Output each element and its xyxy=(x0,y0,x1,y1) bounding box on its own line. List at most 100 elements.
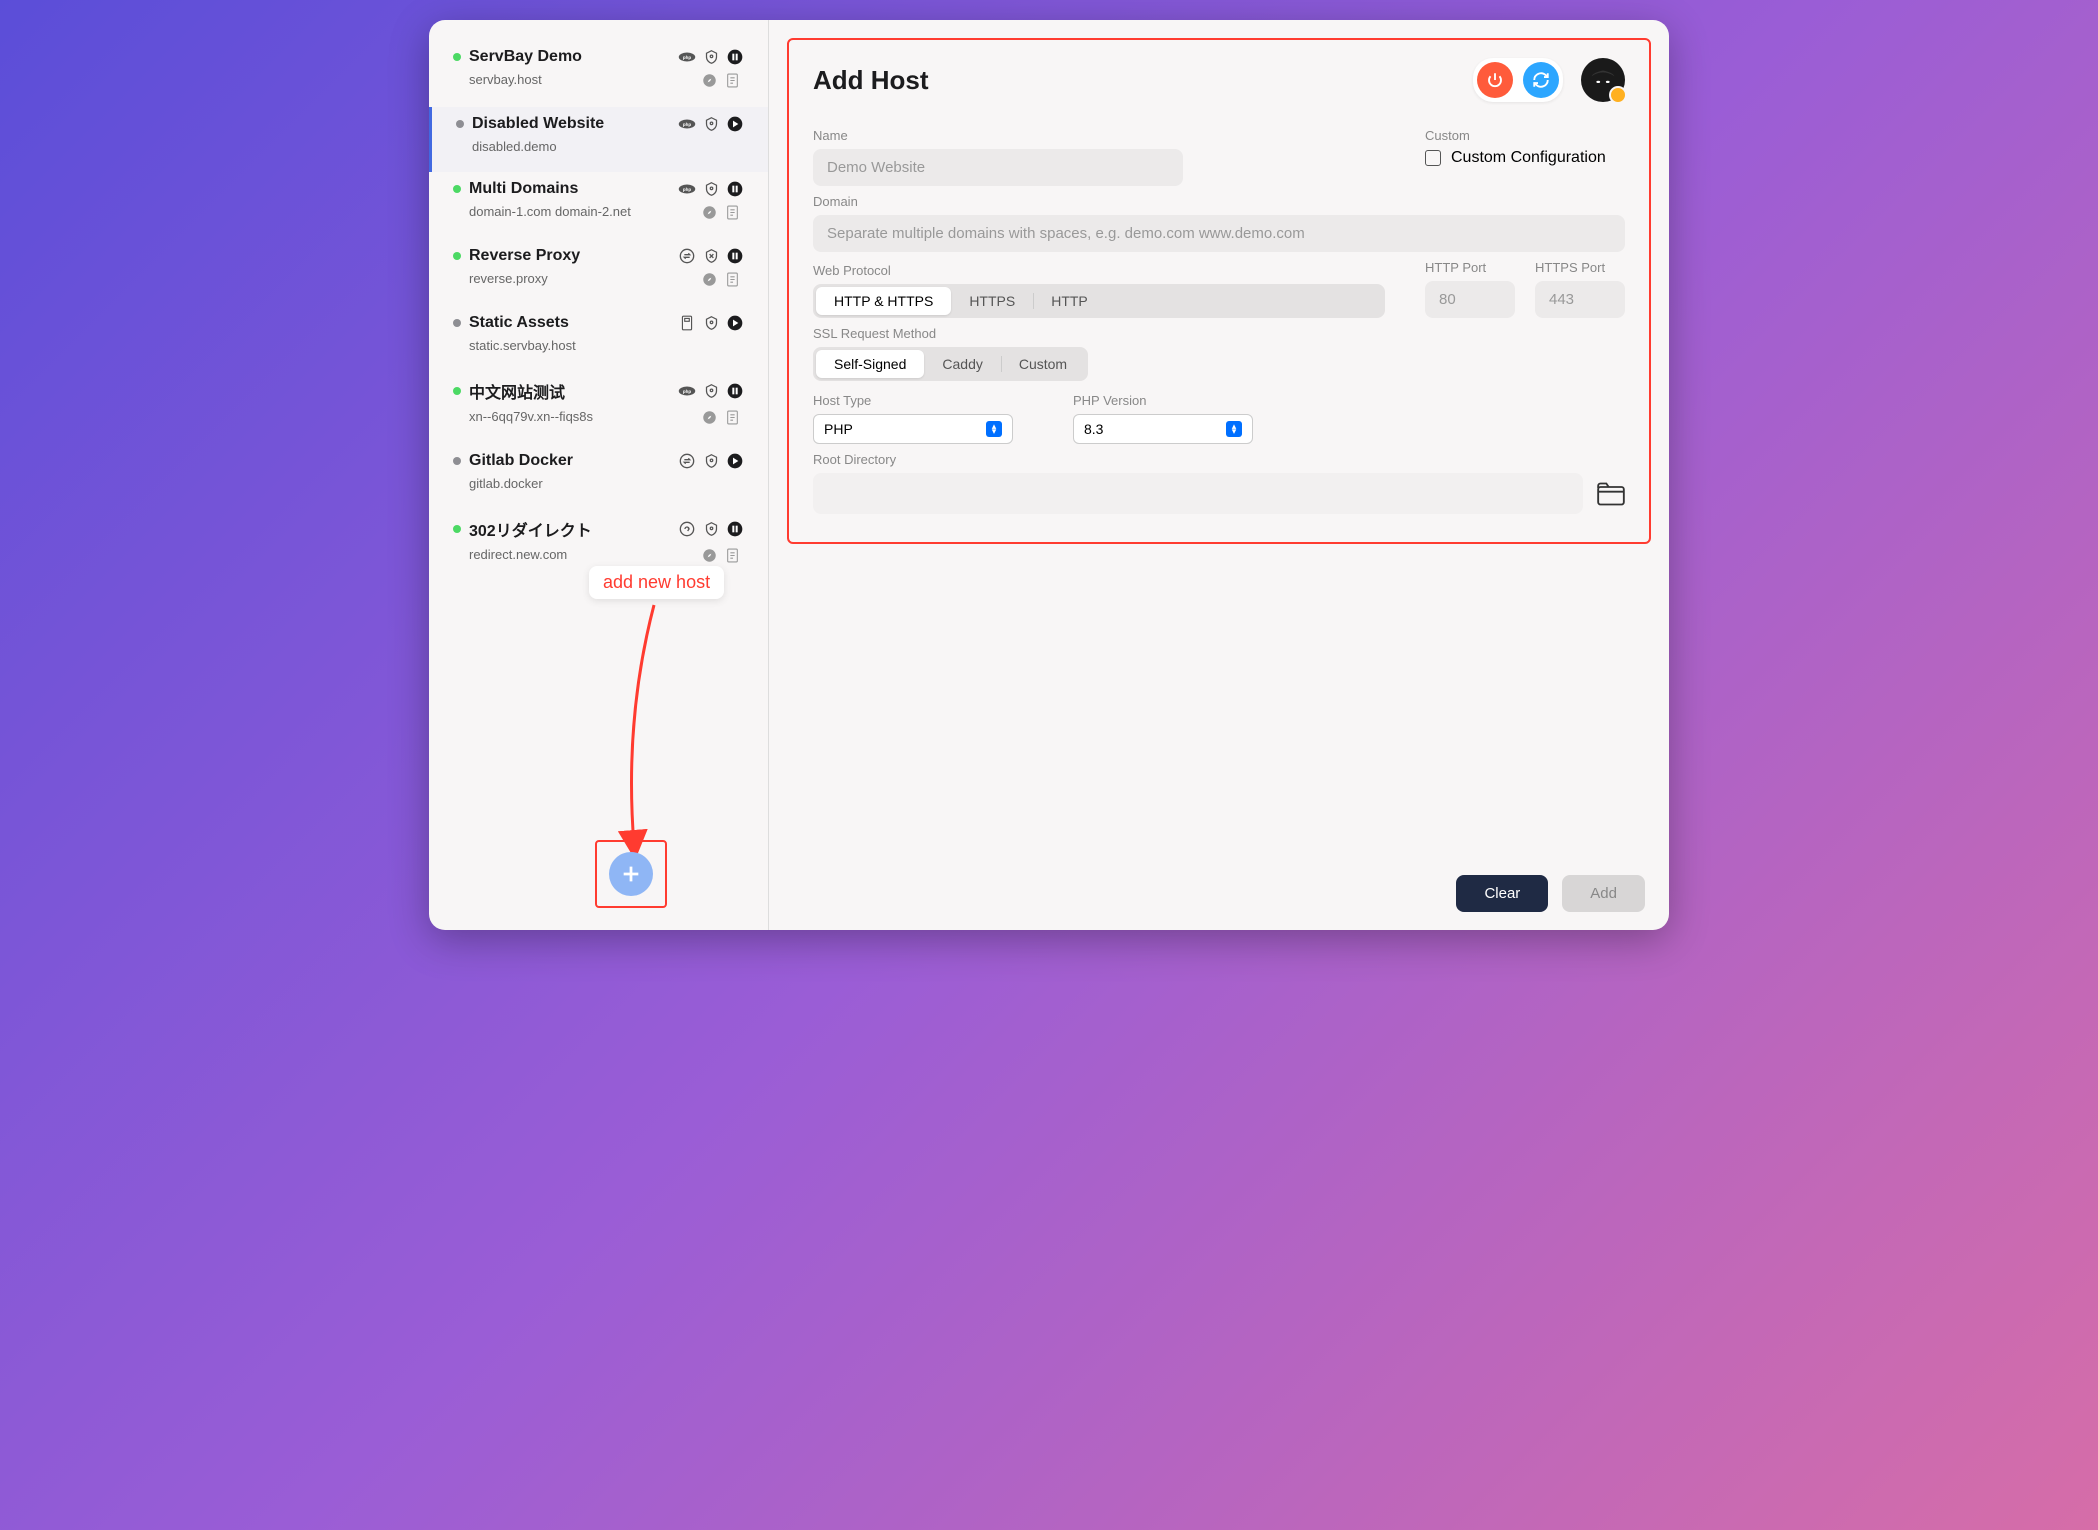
name-label: Name xyxy=(813,128,1385,143)
checkbox-icon xyxy=(1425,150,1441,166)
folder-icon[interactable] xyxy=(1597,482,1625,506)
status-dot-icon xyxy=(453,457,461,465)
ssl-segment: Self-SignedCaddyCustom xyxy=(813,347,1088,381)
segment-option[interactable]: Self-Signed xyxy=(816,350,924,378)
host-item[interactable]: Gitlab Docker gitlab.docker xyxy=(429,444,768,509)
status-dot-icon xyxy=(453,319,461,327)
host-item[interactable]: Static Assets static.servbay.host xyxy=(429,306,768,371)
root-dir-input[interactable] xyxy=(813,473,1583,514)
status-dot-icon xyxy=(456,120,464,128)
host-name: 302リダイレクト xyxy=(469,517,670,541)
php-icon: php xyxy=(678,115,696,133)
http-port-input[interactable] xyxy=(1425,281,1515,318)
status-dot-icon xyxy=(453,387,461,395)
compass-icon[interactable] xyxy=(702,73,718,89)
host-name: Reverse Proxy xyxy=(469,247,670,265)
host-name: ServBay Demo xyxy=(469,48,670,66)
host-sidebar: ServBay Demo php servbay.host Disabled W… xyxy=(429,20,769,930)
play-icon xyxy=(726,452,744,470)
svg-text:php: php xyxy=(683,55,691,60)
shield-icon xyxy=(702,115,720,133)
shield-icon xyxy=(702,452,720,470)
clear-button[interactable]: Clear xyxy=(1456,875,1548,912)
host-name: Static Assets xyxy=(469,314,670,332)
protocol-segment: HTTP & HTTPSHTTPSHTTP xyxy=(813,284,1385,318)
host-name: Disabled Website xyxy=(472,115,670,133)
static-icon xyxy=(678,314,696,332)
avatar-icon xyxy=(1584,61,1622,99)
power-button[interactable] xyxy=(1477,62,1513,98)
root-label: Root Directory xyxy=(813,452,1625,467)
play-icon xyxy=(726,115,744,133)
status-dot-icon xyxy=(453,252,461,260)
compass-icon[interactable] xyxy=(702,410,718,426)
protocol-label: Web Protocol xyxy=(813,263,1385,278)
doc-icon[interactable] xyxy=(726,548,742,564)
svg-text:php: php xyxy=(683,187,691,192)
plus-icon xyxy=(620,863,642,885)
segment-option[interactable]: Caddy xyxy=(924,350,1000,378)
domain-input[interactable] xyxy=(813,215,1625,252)
pause-icon xyxy=(726,180,744,198)
pause-icon xyxy=(726,247,744,265)
host-item[interactable]: 中文网站测试 php xn--6qq79v.xn--fiqs8s xyxy=(429,371,768,444)
redirect-icon xyxy=(678,520,696,538)
callout-tooltip: add new host xyxy=(589,566,724,599)
pause-icon xyxy=(726,382,744,400)
host-domain: static.servbay.host xyxy=(469,338,744,353)
compass-icon[interactable] xyxy=(702,548,718,564)
php-version-value: 8.3 xyxy=(1084,421,1103,437)
host-domain: gitlab.docker xyxy=(469,476,744,491)
shield-icon xyxy=(702,48,720,66)
power-icon xyxy=(1486,71,1504,89)
custom-config-checkbox[interactable]: Custom Configuration xyxy=(1425,149,1625,167)
php-icon: php xyxy=(678,382,696,400)
shield-x-icon xyxy=(702,247,720,265)
host-name: Gitlab Docker xyxy=(469,452,670,470)
swap-icon xyxy=(678,247,696,265)
compass-icon[interactable] xyxy=(702,272,718,288)
custom-config-label: Custom Configuration xyxy=(1451,149,1606,167)
host-item[interactable]: Multi Domains php domain-1.com domain-2.… xyxy=(429,172,768,239)
sync-icon xyxy=(1532,71,1550,89)
refresh-button[interactable] xyxy=(1523,62,1559,98)
status-dot-icon xyxy=(453,53,461,61)
doc-icon[interactable] xyxy=(726,73,742,89)
add-host-fab[interactable] xyxy=(609,852,653,896)
host-domain: disabled.demo xyxy=(472,139,744,154)
doc-icon[interactable] xyxy=(726,205,742,221)
host-name: 中文网站测试 xyxy=(469,379,670,403)
domain-label: Domain xyxy=(813,194,1625,209)
play-icon xyxy=(726,314,744,332)
https-port-input[interactable] xyxy=(1535,281,1625,318)
svg-text:php: php xyxy=(683,122,691,127)
swap-icon xyxy=(678,452,696,470)
segment-option[interactable]: HTTPS xyxy=(951,287,1033,315)
segment-option[interactable]: HTTP xyxy=(1033,287,1106,315)
custom-label: Custom xyxy=(1425,128,1625,143)
php-version-label: PHP Version xyxy=(1073,393,1253,408)
segment-option[interactable]: HTTP & HTTPS xyxy=(816,287,951,315)
shield-icon xyxy=(702,382,720,400)
name-input[interactable] xyxy=(813,149,1183,186)
segment-option[interactable]: Custom xyxy=(1001,350,1085,378)
php-version-select[interactable]: 8.3 ▴▾ xyxy=(1073,414,1253,444)
user-avatar[interactable] xyxy=(1581,58,1625,102)
app-window: ServBay Demo php servbay.host Disabled W… xyxy=(429,20,1669,930)
shield-icon xyxy=(702,520,720,538)
compass-icon[interactable] xyxy=(702,205,718,221)
php-icon: php xyxy=(678,180,696,198)
host-item[interactable]: Reverse Proxy reverse.proxy xyxy=(429,239,768,306)
host-type-select[interactable]: PHP ▴▾ xyxy=(813,414,1013,444)
svg-text:php: php xyxy=(683,389,691,394)
main-panel: Add Host xyxy=(769,20,1669,930)
host-item[interactable]: Disabled Website php disabled.demo xyxy=(429,107,768,172)
host-item[interactable]: ServBay Demo php servbay.host xyxy=(429,40,768,107)
doc-icon[interactable] xyxy=(726,410,742,426)
chevron-updown-icon: ▴▾ xyxy=(1226,421,1242,437)
ssl-label: SSL Request Method xyxy=(813,326,1625,341)
doc-icon[interactable] xyxy=(726,272,742,288)
add-button[interactable]: Add xyxy=(1562,875,1645,912)
http-port-label: HTTP Port xyxy=(1425,260,1515,275)
chevron-updown-icon: ▴▾ xyxy=(986,421,1002,437)
